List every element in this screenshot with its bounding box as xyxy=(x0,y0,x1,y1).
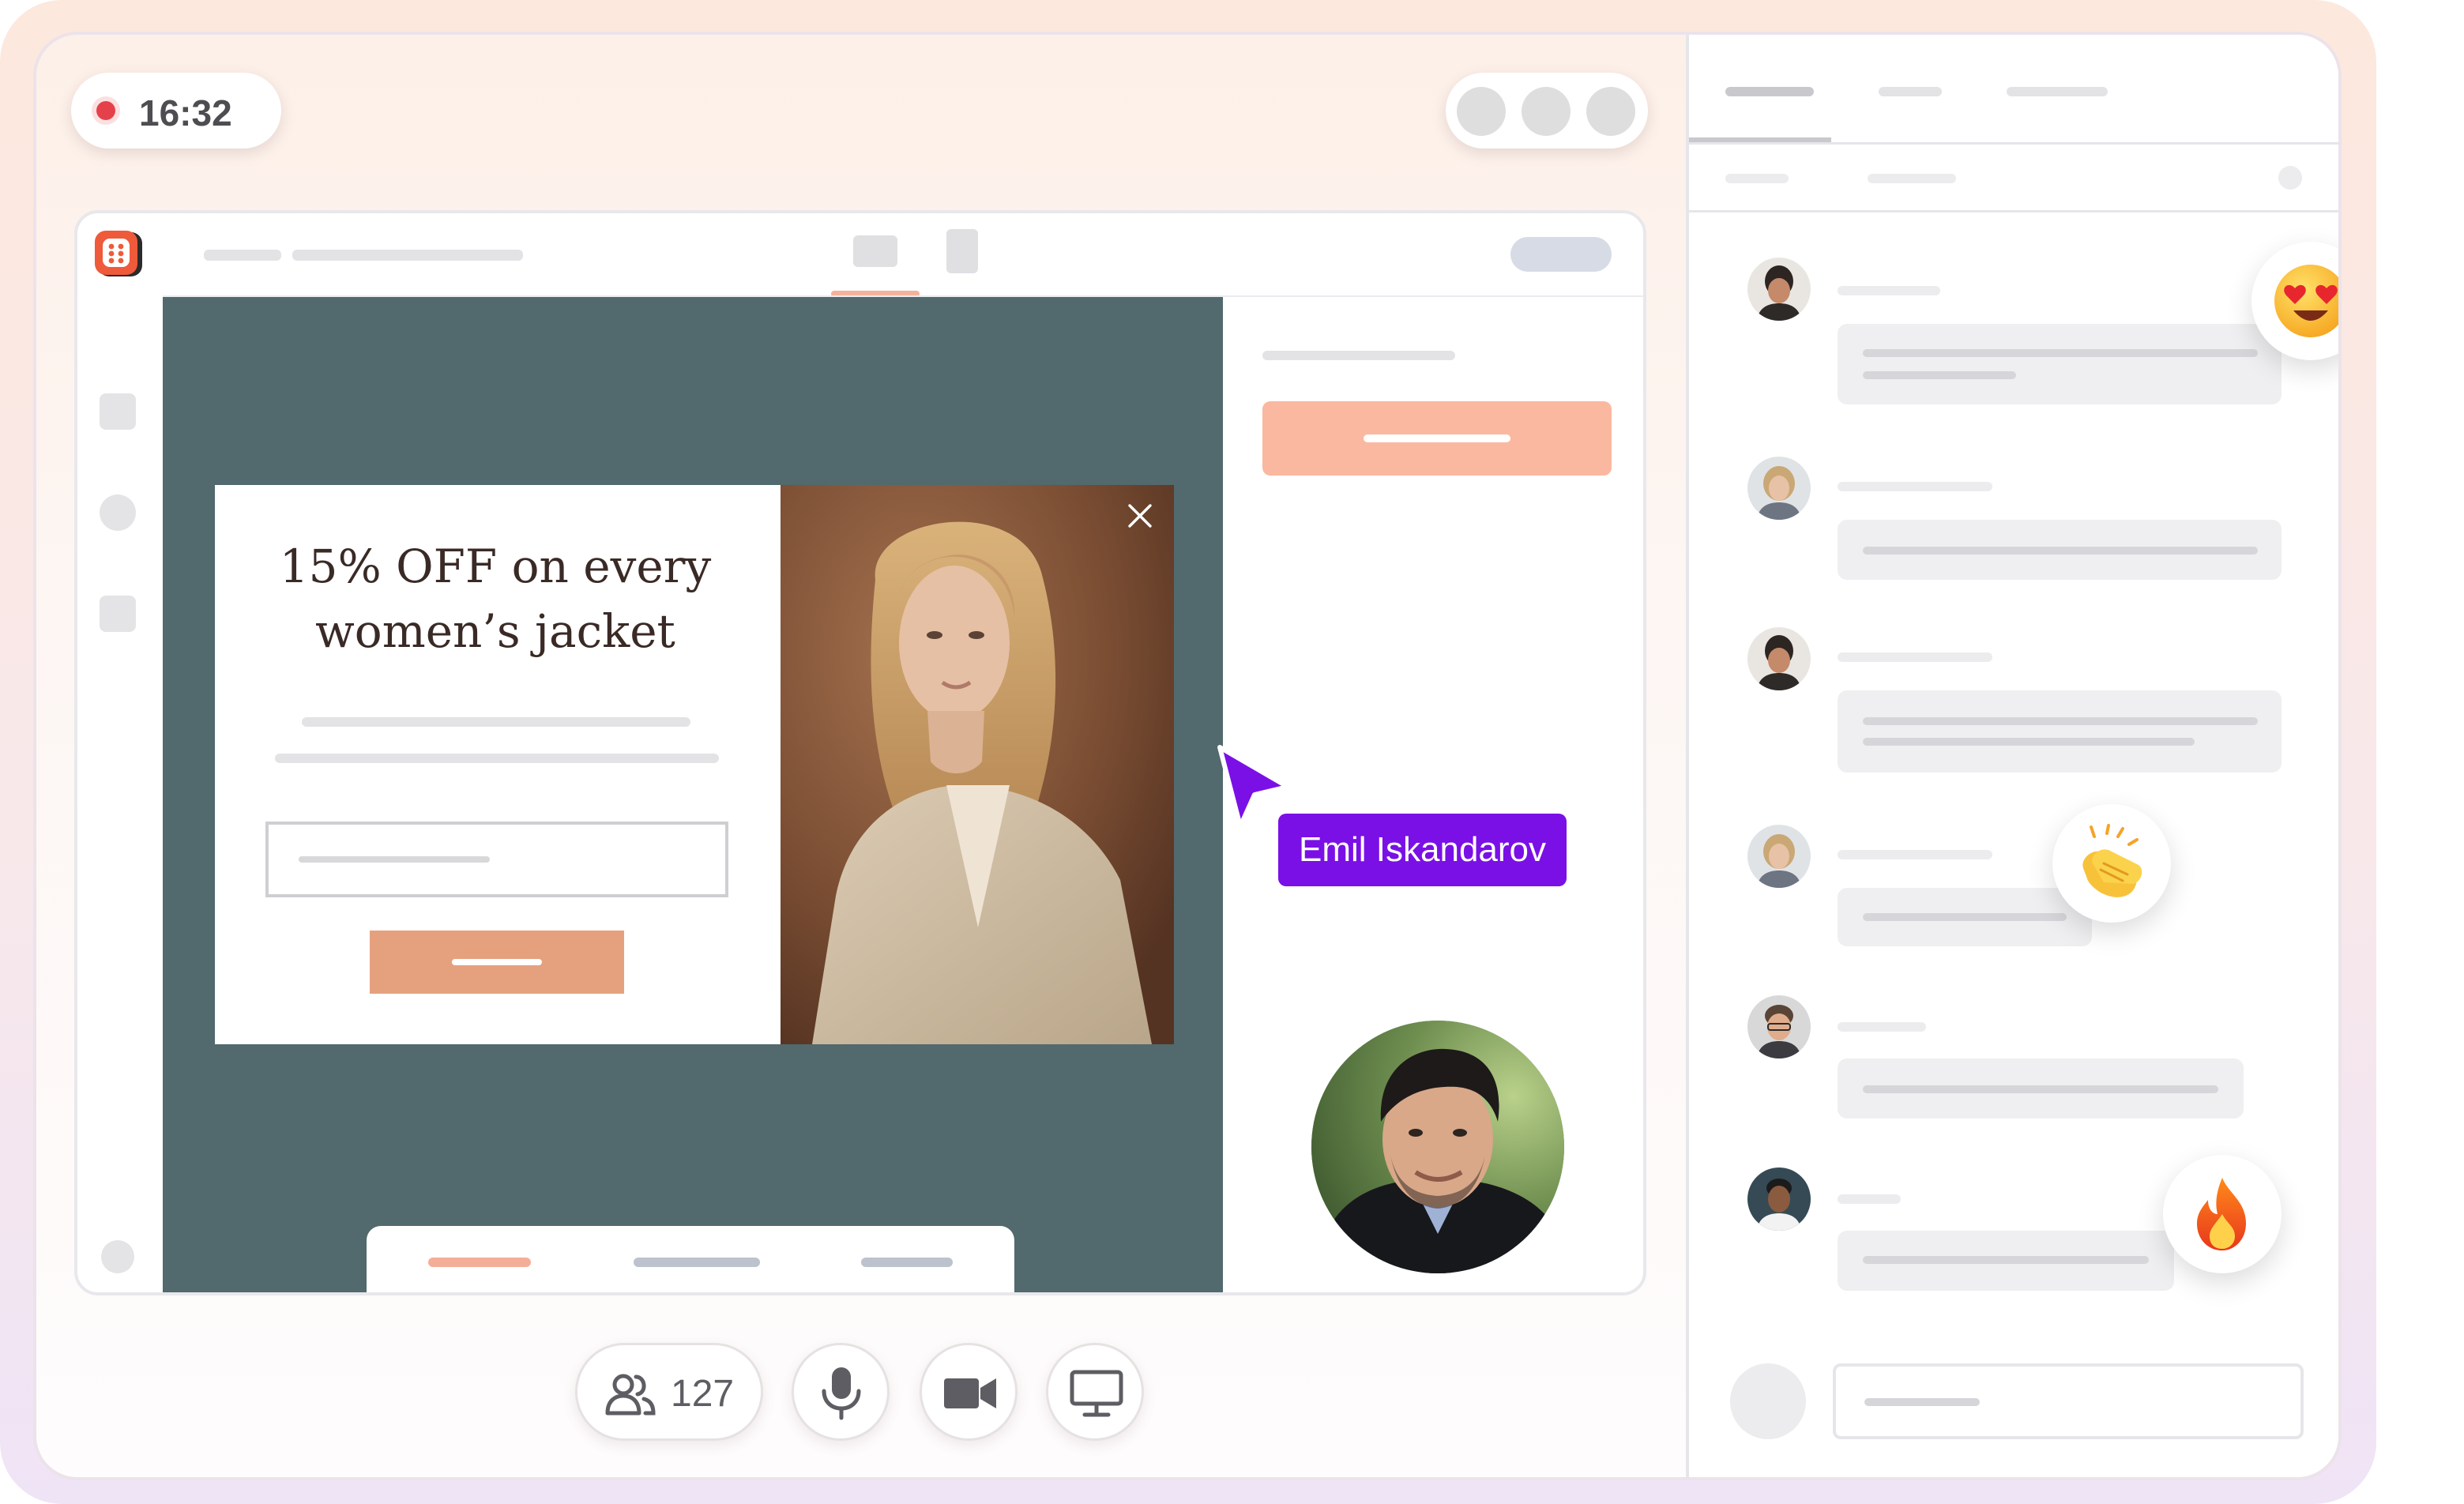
chat-tab-3[interactable] xyxy=(2007,87,2108,96)
meeting-window: 16:32 xyxy=(33,32,2342,1480)
mobile-view-icon[interactable] xyxy=(946,229,978,273)
popup-submit-button[interactable] xyxy=(370,931,624,994)
canvas-tab-panel xyxy=(367,1226,1014,1295)
chat-panel xyxy=(1686,35,2342,1480)
discount-popup: 15% OFF on every women’s jacket xyxy=(215,485,1174,1044)
chat-message-bubble xyxy=(1838,520,2282,580)
chat-message-bubble xyxy=(1838,324,2282,404)
clapping-hands-emoji-icon xyxy=(2072,824,2151,903)
popup-submit-label xyxy=(452,959,542,965)
settings-primary-button[interactable] xyxy=(1262,401,1612,476)
participants-icon xyxy=(604,1371,656,1418)
canvas-tab-3[interactable] xyxy=(861,1258,953,1267)
chat-tab-1[interactable] xyxy=(1725,87,1814,96)
chat-message-bubble xyxy=(1838,1058,2244,1119)
monitor-icon xyxy=(1069,1369,1124,1418)
canvas-tab-1[interactable] xyxy=(428,1258,531,1267)
microphone-button[interactable] xyxy=(792,1343,890,1441)
chat-message-line xyxy=(1863,1085,2218,1093)
chat-filter-1[interactable] xyxy=(1725,174,1789,183)
popup-email-input[interactable] xyxy=(265,822,728,897)
rail-circle-icon[interactable] xyxy=(100,494,136,531)
participants-count: 127 xyxy=(671,1372,734,1416)
chat-tabs-divider xyxy=(1689,142,2342,145)
presenter-webcam xyxy=(1311,1021,1564,1273)
chat-avatar[interactable] xyxy=(1747,258,1811,321)
rail-square-icon[interactable] xyxy=(100,393,136,430)
chat-message-line xyxy=(1863,738,2195,746)
microphone-icon xyxy=(818,1366,865,1421)
popup-text-line-2 xyxy=(275,754,719,763)
chat-avatar[interactable] xyxy=(1747,627,1811,690)
chat-message-line xyxy=(1863,547,2258,555)
window-dot-2[interactable] xyxy=(1522,87,1571,136)
app-logo-icon[interactable] xyxy=(93,229,144,280)
rail-square-icon-2[interactable] xyxy=(100,596,136,632)
chat-message-line xyxy=(1863,371,2016,379)
chat-message-bubble xyxy=(1838,690,2282,773)
popup-title: 15% OFF on every women’s jacket xyxy=(239,534,752,664)
chat-options-icon[interactable] xyxy=(2278,166,2302,190)
chat-filter-divider xyxy=(1689,210,2342,212)
settings-label-placeholder xyxy=(1262,351,1455,360)
reaction-badge[interactable] xyxy=(2163,1155,2282,1273)
chat-avatar[interactable] xyxy=(1747,825,1811,888)
participants-button[interactable]: 127 xyxy=(575,1343,763,1441)
collaborator-name-tag: Emil Iskandarov xyxy=(1278,814,1567,886)
shared-app-window: 15% OFF on every women’s jacket xyxy=(74,210,1646,1295)
chat-message-input[interactable] xyxy=(1833,1363,2304,1439)
chat-filter-2[interactable] xyxy=(1868,174,1956,183)
popup-input-placeholder xyxy=(299,856,490,863)
chat-avatar[interactable] xyxy=(1747,457,1811,520)
breadcrumb-placeholder-2 xyxy=(292,250,523,261)
recording-timer: 16:32 xyxy=(71,73,281,149)
composer-avatar[interactable] xyxy=(1730,1363,1806,1439)
chat-author-placeholder xyxy=(1838,286,1940,295)
video-camera-icon xyxy=(942,1375,998,1412)
chat-author-placeholder xyxy=(1838,1194,1901,1204)
chat-input-placeholder xyxy=(1864,1398,1980,1406)
chat-tab-2[interactable] xyxy=(1879,87,1942,96)
reaction-badge[interactable] xyxy=(2052,804,2171,923)
toolbar-action-button[interactable] xyxy=(1510,237,1612,272)
recording-time: 16:32 xyxy=(139,92,232,134)
canvas-tab-2[interactable] xyxy=(634,1258,760,1267)
recording-indicator-icon xyxy=(96,101,115,120)
close-icon[interactable] xyxy=(1127,502,1153,529)
heart-eyes-emoji-icon xyxy=(2271,261,2342,340)
screen-share-button[interactable] xyxy=(1046,1343,1144,1441)
fire-emoji-icon xyxy=(2183,1175,2262,1254)
camera-button[interactable] xyxy=(920,1343,1018,1441)
settings-primary-label xyxy=(1364,434,1510,442)
chat-author-placeholder xyxy=(1838,850,1992,859)
chat-author-placeholder xyxy=(1838,482,1992,491)
window-dot-1[interactable] xyxy=(1457,87,1506,136)
chat-message-line xyxy=(1863,717,2258,725)
collaborator-name: Emil Iskandarov xyxy=(1299,830,1546,870)
desktop-view-icon[interactable] xyxy=(853,235,897,267)
chat-message-bubble xyxy=(1838,888,2092,946)
chat-author-placeholder xyxy=(1838,652,1992,662)
breadcrumb-placeholder xyxy=(204,250,281,261)
model-photo xyxy=(781,485,1174,1044)
chat-message-line xyxy=(1863,349,2258,357)
rail-bottom-dot-icon[interactable] xyxy=(101,1240,134,1273)
chat-avatar[interactable] xyxy=(1747,1167,1811,1231)
chat-message-line xyxy=(1863,913,2067,921)
chat-message-line xyxy=(1863,1256,2149,1264)
chat-message-bubble xyxy=(1838,1231,2174,1291)
window-dot-3[interactable] xyxy=(1586,87,1635,136)
chat-author-placeholder xyxy=(1838,1022,1926,1032)
window-controls xyxy=(1446,73,1648,149)
chat-avatar[interactable] xyxy=(1747,995,1811,1058)
popup-text-line-1 xyxy=(302,717,690,727)
